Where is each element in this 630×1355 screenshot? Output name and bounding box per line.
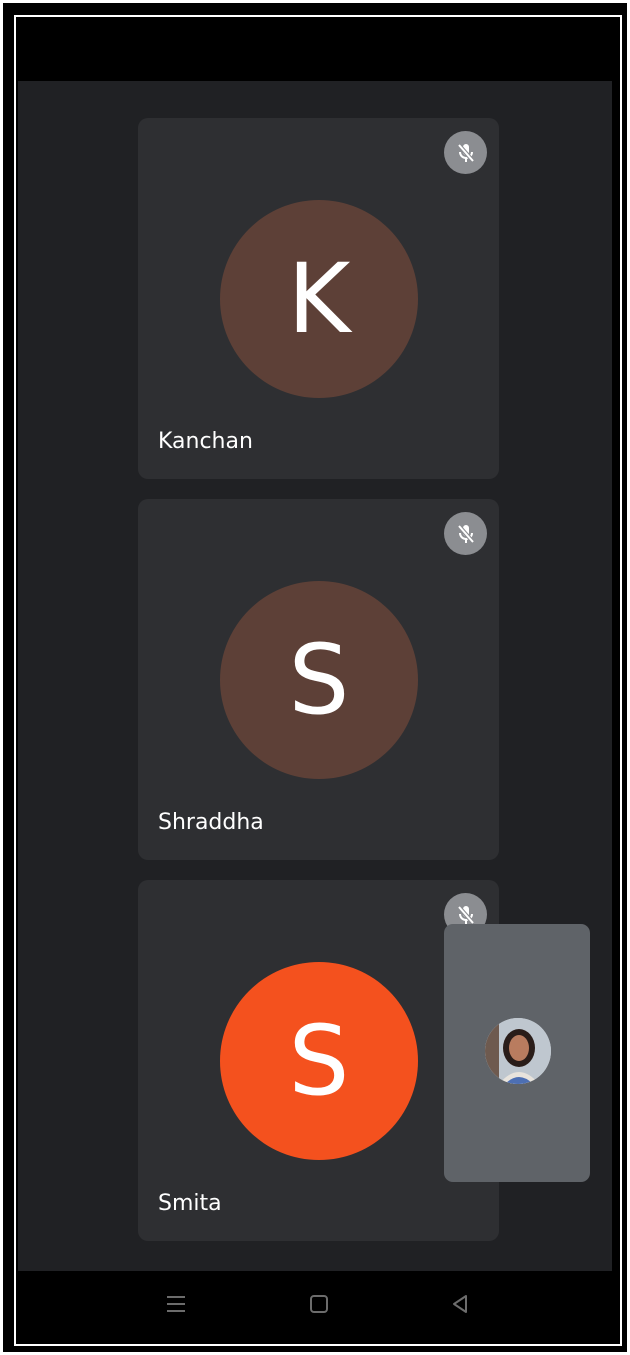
home-icon[interactable] [304,1289,334,1319]
back-icon[interactable] [445,1289,475,1319]
phone-screen: K Kanchan S Shraddha S Smita [18,19,612,1337]
participant-name: Kanchan [158,429,253,454]
participant-tile-kanchan[interactable]: K Kanchan [138,118,499,479]
self-view-tile[interactable] [444,924,590,1182]
avatar: K [220,200,418,398]
avatar-initial: S [288,624,350,736]
system-nav-bar [18,1271,612,1337]
mic-off-icon [444,131,487,174]
menu-icon[interactable] [161,1289,191,1319]
participant-tile-shraddha[interactable]: S Shraddha [138,499,499,860]
mic-off-icon [444,512,487,555]
avatar-initial: S [288,1005,350,1117]
avatar: S [220,962,418,1160]
self-avatar [485,1018,551,1084]
avatar-initial: K [287,243,351,355]
avatar: S [220,581,418,779]
participant-name: Smita [158,1191,222,1216]
participant-name: Shraddha [158,810,264,835]
